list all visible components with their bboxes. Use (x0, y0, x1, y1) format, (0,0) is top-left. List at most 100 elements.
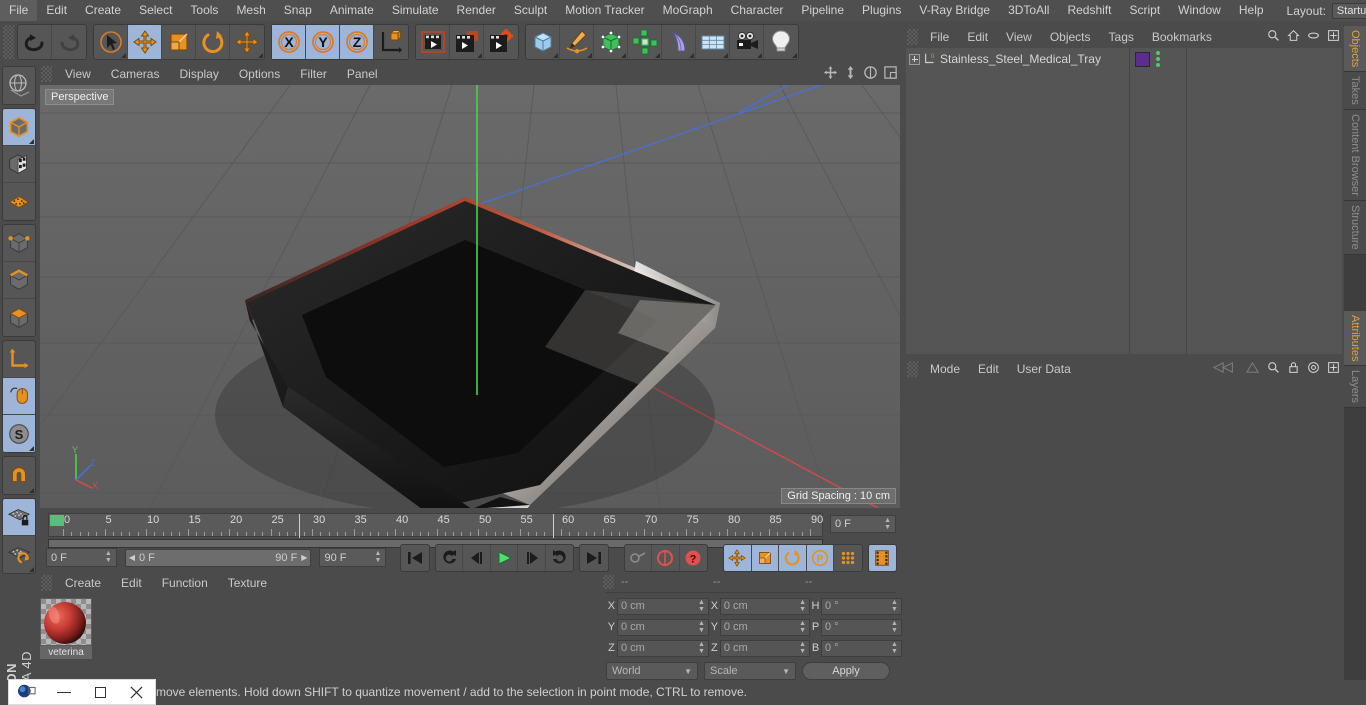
maximize-button[interactable] (82, 679, 119, 705)
current-frame-field[interactable]: 0 F ▲ ▼ (46, 548, 117, 567)
stepper-icon[interactable]: ▲ ▼ (891, 620, 898, 634)
position-key-button[interactable] (724, 544, 752, 571)
object-tree[interactable]: 0 Stainless_Steel_Medical_Tray (906, 48, 1342, 354)
object-menu-bookmarks[interactable]: Bookmarks (1143, 26, 1221, 48)
object-menu-file[interactable]: File (921, 26, 958, 48)
material-grip[interactable] (41, 575, 52, 591)
step-forward-button[interactable] (518, 544, 546, 571)
search-icon[interactable] (1267, 29, 1280, 42)
coord-field-size-x[interactable]: 0 cm ▲ ▼ (719, 597, 811, 615)
vtab-content-browser[interactable]: Content Browser (1344, 110, 1366, 201)
coord-field-rotation-h[interactable]: 0 ° ▲ ▼ (820, 597, 902, 615)
stepper-icon[interactable]: ▲ ▼ (799, 620, 806, 634)
cube-primitive-button[interactable] (526, 25, 560, 59)
viewport-menu-view[interactable]: View (55, 63, 101, 85)
vtab-structure[interactable]: Structure (1344, 200, 1366, 255)
coord-field-position-z[interactable]: 0 cm ▲ ▼ (616, 639, 709, 657)
attribute-menu-user-data[interactable]: User Data (1008, 358, 1080, 380)
range-left-arrow-icon[interactable]: ◀ (129, 553, 135, 562)
timeline-strip-button[interactable] (868, 544, 897, 571)
material-menu-create[interactable]: Create (55, 572, 111, 594)
redo-button[interactable] (52, 25, 86, 59)
texture-mode-button[interactable] (3, 146, 35, 183)
polygon-mode-button[interactable] (3, 183, 35, 220)
menu-3dtoall[interactable]: 3DToAll (999, 0, 1058, 21)
point-level-animation-button[interactable] (834, 545, 861, 571)
viewport-menu-filter[interactable]: Filter (290, 63, 337, 85)
history-back-icon[interactable] (1212, 361, 1238, 374)
object-menu-objects[interactable]: Objects (1041, 26, 1100, 48)
timeline-ruler[interactable]: 0 5 10 15 20 25 30 35 40 45 50 55 60 65 70 75 80 85 90 (48, 513, 823, 538)
app-icon[interactable] (9, 679, 46, 705)
soft-selection-button[interactable]: S (3, 415, 35, 452)
menu-render[interactable]: Render (448, 0, 505, 21)
vtab-objects[interactable]: Objects (1344, 26, 1366, 73)
coord-field-rotation-p[interactable]: 0 ° ▲ ▼ (820, 618, 902, 636)
floor-scene-button[interactable] (696, 25, 730, 59)
light-button[interactable] (764, 25, 798, 59)
stepper-icon[interactable]: ▲ ▼ (374, 550, 381, 564)
attribute-menu-mode[interactable]: Mode (921, 358, 969, 380)
point-mode-button[interactable] (3, 225, 35, 262)
stepper-icon[interactable]: ▲ ▼ (799, 641, 806, 655)
generator-button[interactable] (594, 25, 628, 59)
coord-field-rotation-b[interactable]: 0 ° ▲ ▼ (820, 639, 902, 657)
menu-simulate[interactable]: Simulate (383, 0, 448, 21)
workplane-lock-button[interactable] (3, 499, 35, 536)
object-menu-view[interactable]: View (997, 26, 1041, 48)
undo-button[interactable] (18, 25, 52, 59)
camera-button[interactable] (730, 25, 764, 59)
menu-animate[interactable]: Animate (321, 0, 383, 21)
dolly-icon[interactable] (843, 65, 858, 80)
menu-script[interactable]: Script (1120, 0, 1169, 21)
tag-status-dots[interactable] (1156, 51, 1160, 67)
bend-deformer-button[interactable] (662, 25, 696, 59)
menu-help[interactable]: Help (1230, 0, 1273, 21)
render-settings-button[interactable] (484, 25, 518, 59)
stepper-icon[interactable]: ▲ ▼ (698, 599, 705, 613)
viewport-menu-display[interactable]: Display (169, 63, 228, 85)
menu-v-ray-bridge[interactable]: V-Ray Bridge (910, 0, 999, 21)
menu-motion-tracker[interactable]: Motion Tracker (556, 0, 653, 21)
object-row[interactable]: 0 Stainless_Steel_Medical_Tray (906, 50, 1130, 68)
parameter-key-button[interactable]: P (806, 544, 835, 571)
axis-z-button[interactable]: Z (340, 25, 374, 59)
apply-button[interactable]: Apply (802, 662, 890, 680)
scale-tool-button[interactable] (162, 25, 196, 59)
live-selection-button[interactable] (94, 25, 128, 59)
home-icon[interactable] (1287, 29, 1300, 42)
rotation-key-button[interactable] (779, 544, 807, 571)
coord-field-position-x[interactable]: 0 cm ▲ ▼ (616, 597, 709, 615)
attribute-manager-grip[interactable] (907, 361, 918, 377)
keyframe-selection-button[interactable]: ? (680, 545, 707, 571)
viewport-3d-canvas[interactable]: Perspective Grid Spacing : 10 cm Y X Z (40, 85, 900, 508)
end-frame-field[interactable]: 90 F ▲ ▼ (319, 548, 387, 567)
history-forward-icon[interactable] (1245, 361, 1260, 374)
coordinate-mode-select[interactable]: Scale ▼ (704, 662, 796, 680)
scale-key-button[interactable] (751, 544, 780, 571)
viewport-grip[interactable] (41, 66, 52, 82)
layout-select[interactable]: Startup ▼ (1331, 2, 1366, 19)
menu-character[interactable]: Character (722, 0, 793, 21)
edge-mode-button[interactable] (3, 262, 35, 299)
menu-tools[interactable]: Tools (181, 0, 227, 21)
expand-icon[interactable] (909, 53, 920, 65)
search-icon[interactable] (1267, 361, 1280, 374)
object-menu-edit[interactable]: Edit (958, 26, 997, 48)
spline-pen-button[interactable] (560, 25, 594, 59)
menu-plugins[interactable]: Plugins (853, 0, 910, 21)
make-editable-button[interactable] (3, 67, 35, 104)
material-tag[interactable] (1135, 51, 1150, 67)
menu-sculpt[interactable]: Sculpt (505, 0, 556, 21)
material-item[interactable]: veterina (40, 598, 92, 659)
viewport-menu-panel[interactable]: Panel (337, 63, 388, 85)
object-menu-tags[interactable]: Tags (1100, 26, 1143, 48)
menu-mograph[interactable]: MoGraph (654, 0, 722, 21)
play-button[interactable] (491, 544, 519, 571)
vtab-attributes[interactable]: Attributes (1344, 310, 1366, 367)
material-menu-texture[interactable]: Texture (218, 572, 277, 594)
viewport-menu-options[interactable]: Options (229, 63, 290, 85)
render-picture-viewer-button[interactable] (450, 25, 484, 59)
magnet-button[interactable] (3, 457, 35, 494)
range-right-arrow-icon[interactable]: ▶ (301, 553, 307, 562)
